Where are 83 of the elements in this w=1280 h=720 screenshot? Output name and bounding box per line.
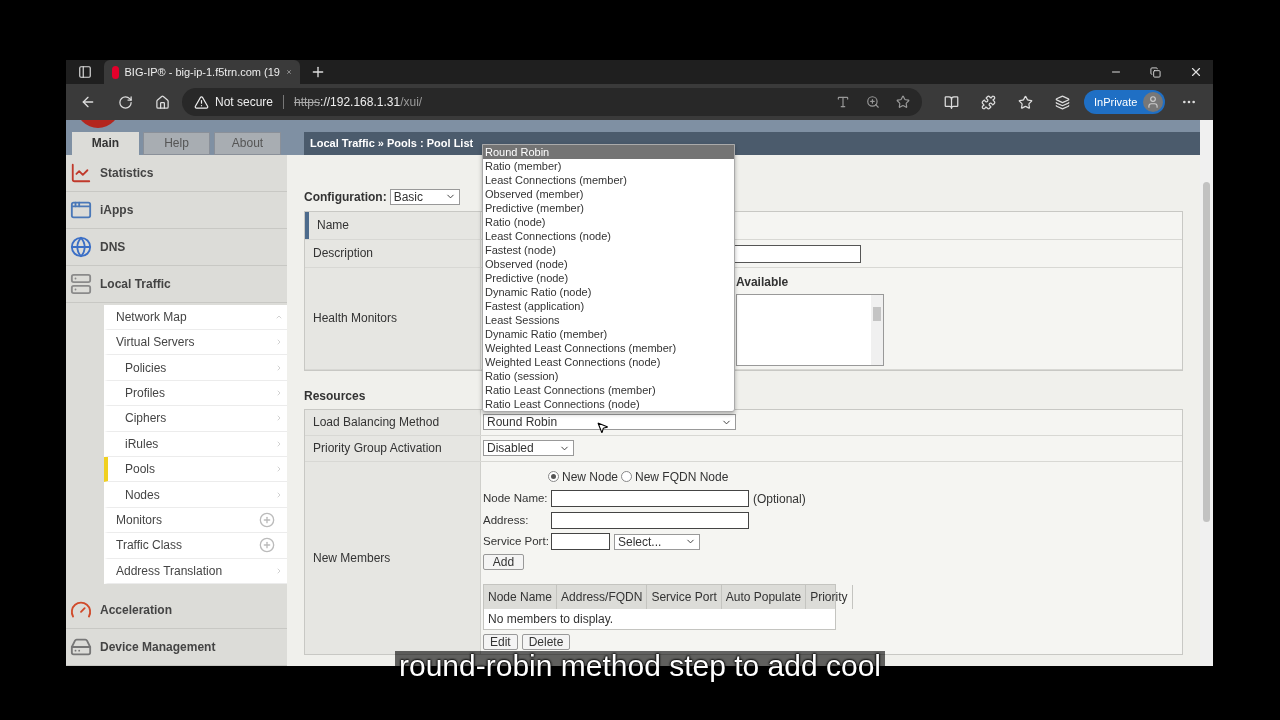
new-tab-icon[interactable]	[310, 64, 326, 80]
dropdown-option[interactable]: Dynamic Ratio (member)	[483, 327, 734, 341]
priority-select[interactable]: Disabled	[483, 440, 574, 457]
field-label: Service Port:	[483, 533, 549, 549]
server-icon	[70, 272, 92, 295]
inprivate-badge[interactable]: InPrivate	[1084, 90, 1166, 114]
field-label: Description	[313, 245, 374, 263]
back-icon[interactable]	[80, 94, 96, 110]
optional-note: (Optional)	[753, 490, 806, 508]
column-header: Priority	[806, 585, 853, 610]
field-label: Address:	[483, 512, 530, 528]
address-field[interactable]	[551, 511, 749, 529]
security-label[interactable]: Not secure	[215, 93, 274, 111]
configuration-select[interactable]: Basic	[389, 188, 460, 205]
favorites-icon[interactable]	[1018, 94, 1033, 110]
nav-item[interactable]: Pools	[104, 457, 287, 483]
available-label: Available	[736, 273, 790, 291]
field-label: New Members	[313, 549, 391, 567]
reading-view-icon[interactable]	[944, 94, 959, 110]
dropdown-option[interactable]: Ratio (member)	[483, 159, 734, 173]
restore-icon[interactable]	[1150, 66, 1161, 78]
video-caption: round-robin method step to add cool	[395, 651, 885, 681]
dropdown-option[interactable]: Predictive (node)	[483, 271, 734, 285]
field-label: Health Monitors	[313, 310, 398, 328]
service-select[interactable]: Select...	[614, 533, 700, 550]
favorite-icon[interactable]	[896, 95, 910, 109]
url-host: ://192.168.1.31	[320, 94, 401, 111]
available-list[interactable]	[736, 293, 884, 366]
empty-message: No members to display.	[487, 611, 615, 629]
dropdown-option[interactable]: Ratio Least Connections (node)	[483, 397, 734, 411]
chart-icon	[70, 161, 92, 184]
table-action-button[interactable]: Delete	[521, 634, 571, 651]
column-header: Service Port	[647, 585, 722, 610]
url-path: /xui/	[400, 94, 423, 111]
collections-icon[interactable]	[1055, 94, 1070, 110]
avatar-icon	[1143, 92, 1164, 112]
column-header: Auto Populate	[721, 585, 807, 610]
radio-button[interactable]	[621, 471, 633, 483]
dropdown-option[interactable]: Round Robin	[483, 145, 734, 159]
field-label: Name	[317, 217, 349, 235]
page-scrollbar[interactable]	[1200, 120, 1213, 666]
url-scheme: https	[294, 94, 321, 111]
dropdown-option[interactable]: Least Sessions	[483, 313, 734, 327]
dropdown-option[interactable]: Weighted Least Connections (node)	[483, 355, 734, 369]
dropdown-option[interactable]: Predictive (member)	[483, 201, 734, 215]
address-bar[interactable]: Not secure https://192.168.1.31/xui/	[182, 88, 922, 116]
reload-icon[interactable]	[118, 94, 133, 110]
node-name-field[interactable]	[551, 490, 749, 508]
zoom-icon[interactable]	[866, 95, 880, 109]
column-header: Node Name	[484, 585, 558, 610]
method-select[interactable]: Round Robin	[483, 414, 736, 431]
service-port-field[interactable]	[551, 533, 610, 551]
field-label: Node Name:	[483, 491, 549, 507]
dropdown-option[interactable]: Ratio Least Connections (member)	[483, 383, 734, 397]
configuration-label: Configuration:	[304, 188, 387, 206]
extensions-icon[interactable]	[981, 94, 996, 110]
dropdown-option[interactable]: Dynamic Ratio (node)	[483, 285, 734, 299]
dropdown-option[interactable]: Ratio (session)	[483, 369, 734, 383]
nav-tab[interactable]: Main	[72, 131, 139, 155]
dropdown-option[interactable]: Least Connections (node)	[483, 229, 734, 243]
dropdown-option[interactable]: Weighted Least Connections (member)	[483, 341, 734, 355]
dropdown-option[interactable]: Fastest (node)	[483, 243, 734, 257]
browser-tab[interactable]: BIG-IP® - big-ip-1.f5trn.com (19	[104, 60, 300, 84]
radio-button[interactable]	[548, 471, 559, 483]
field-label: Priority Group Activation	[313, 440, 442, 458]
dropdown-option[interactable]: Fastest (application)	[483, 299, 734, 313]
dropdown-option[interactable]: Observed (member)	[483, 187, 734, 201]
section-heading: Resources	[304, 387, 366, 405]
home-icon[interactable]	[155, 94, 170, 110]
table-action-button[interactable]: Edit	[483, 634, 518, 651]
dropdown-option[interactable]: Ratio (node)	[483, 215, 734, 229]
tab-actions-icon[interactable]	[78, 65, 92, 79]
dropdown-option[interactable]: Least Connections (member)	[483, 173, 734, 187]
radio-label: New Node	[562, 468, 619, 486]
close-icon[interactable]	[1189, 65, 1203, 79]
globe-icon	[70, 235, 92, 258]
column-header: Address/FQDN	[557, 585, 648, 610]
field-label: Load Balancing Method	[313, 414, 440, 432]
add-button[interactable]: Add	[483, 554, 524, 571]
dropdown-option[interactable]: Observed (node)	[483, 257, 734, 271]
scrollbar[interactable]	[871, 294, 883, 365]
radio-label: New FQDN Node	[635, 468, 729, 486]
warning-icon	[194, 94, 209, 110]
